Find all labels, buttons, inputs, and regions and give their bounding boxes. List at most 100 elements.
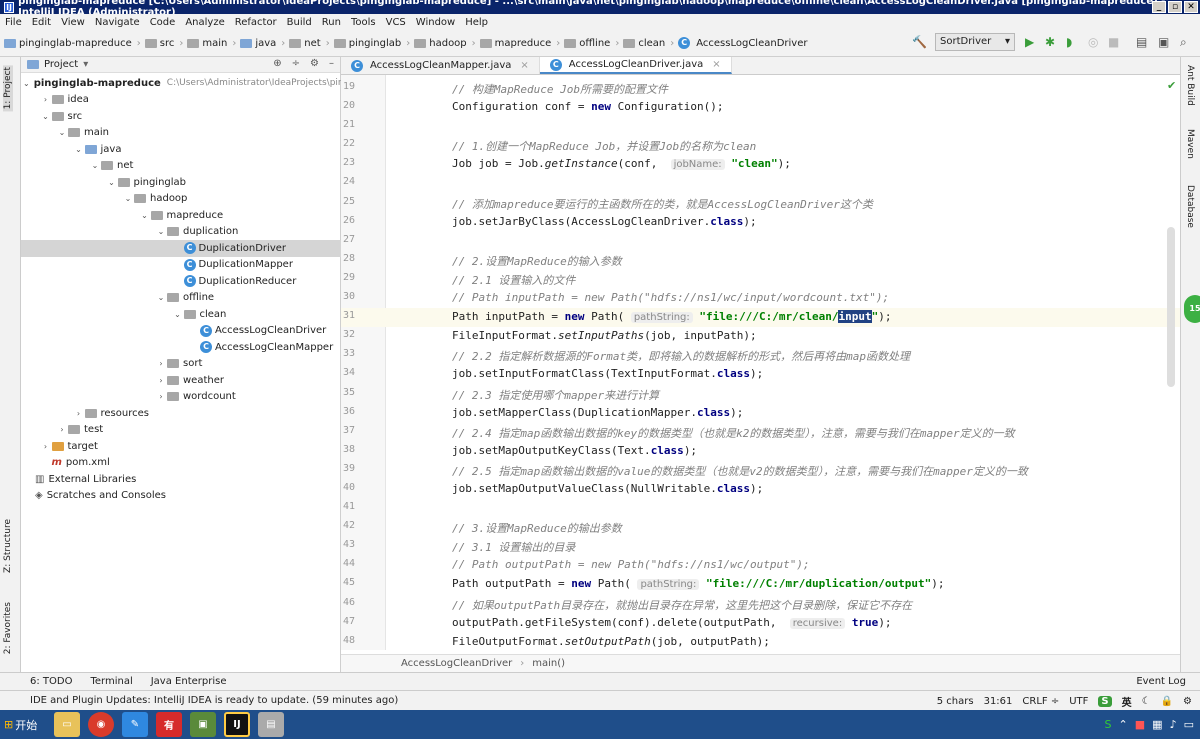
tree-item[interactable]: ⌄ mapreduce <box>21 207 341 224</box>
chevron-down-icon[interactable]: ⌄ <box>122 194 134 203</box>
notepad-icon[interactable]: ▤ <box>258 712 284 737</box>
code-line[interactable]: 29 // 2.1 设置输入的文件 <box>341 270 1180 289</box>
chevron-right-icon[interactable]: › <box>155 359 167 368</box>
tree-item[interactable]: ⌄ offline <box>21 290 341 307</box>
menu-run[interactable]: Run <box>317 17 346 28</box>
ant-build-tool-tab[interactable]: Ant Build <box>1185 65 1195 106</box>
tree-item[interactable]: ⌄ src <box>21 108 341 125</box>
code-line[interactable]: 25 // 添加mapreduce要运行的主函数所在的类，就是AccessLogC… <box>341 194 1180 213</box>
project-structure-icon[interactable]: ▤ <box>1136 34 1147 50</box>
code-line[interactable]: 34 job.setInputFormatClass(TextInputForma… <box>341 365 1180 384</box>
chevron-down-icon[interactable]: ⌄ <box>40 112 52 121</box>
tree-item[interactable]: C AccessLogCleanDriver <box>21 323 341 340</box>
tree-item[interactable]: m pom.xml <box>21 455 341 472</box>
tree-item[interactable]: › test <box>21 422 341 439</box>
java-enterprise-tool-tab[interactable]: Java Enterprise <box>151 676 227 687</box>
ime-label[interactable]: 英 <box>1122 694 1132 709</box>
lock-icon[interactable]: 🔒 <box>1161 696 1173 707</box>
breadcrumb-item[interactable]: hadoop <box>414 38 467 49</box>
status-message[interactable]: IDE and Plugin Updates: IntelliJ IDEA is… <box>30 695 398 706</box>
code-area[interactable]: 19 // 构建MapReduce Job所需要的配置文件 20 Configurat… <box>341 79 1180 652</box>
breadcrumb-item[interactable]: main <box>187 38 227 49</box>
favorites-tool-tab[interactable]: 2: Favorites <box>3 602 13 654</box>
code-line[interactable]: 42 // 3.设置MapReduce的输出参数 <box>341 518 1180 537</box>
menu-view[interactable]: View <box>56 17 90 28</box>
code-line[interactable]: 47 outputPath.getFileSystem(conf).delete(… <box>341 614 1180 633</box>
gear-icon[interactable]: ⚙ <box>310 58 319 69</box>
menu-analyze[interactable]: Analyze <box>180 17 229 28</box>
menu-build[interactable]: Build <box>282 17 317 28</box>
menu-vcs[interactable]: VCS <box>381 17 411 28</box>
breadcrumb-method[interactable]: main() <box>532 658 565 669</box>
chevron-down-icon[interactable]: ⌄ <box>155 293 167 302</box>
code-line[interactable]: 30 // Path inputPath = new Path("hdfs://n… <box>341 289 1180 308</box>
chrome-icon[interactable]: ◉ <box>88 712 114 737</box>
code-line[interactable]: 33 // 2.2 指定解析数据源的Format类，即将输入的数据解析的形式，然后… <box>341 346 1180 365</box>
code-line[interactable]: 43 // 3.1 设置输出的目录 <box>341 537 1180 556</box>
chevron-down-icon[interactable]: ⌄ <box>139 211 151 220</box>
database-tool-tab[interactable]: Database <box>1185 185 1195 228</box>
tree-item[interactable]: ⌄ hadoop <box>21 191 341 208</box>
event-log-tool-tab[interactable]: Event Log <box>1136 676 1186 687</box>
chevron-right-icon[interactable]: › <box>155 376 167 385</box>
code-line[interactable]: 27 <box>341 232 1180 251</box>
volume-icon[interactable]: ♪ <box>1170 718 1177 731</box>
gear-icon[interactable]: ⚙ <box>1183 696 1192 707</box>
tree-item[interactable]: C DuplicationReducer <box>21 273 341 290</box>
search-everywhere-icon[interactable]: ⌕ <box>1180 34 1187 50</box>
line-separator[interactable]: CRLF ÷ <box>1022 696 1059 707</box>
code-line[interactable]: 26 job.setJarByClass(AccessLogCleanDriver… <box>341 213 1180 232</box>
note-icon[interactable]: ✎ <box>122 712 148 737</box>
code-line[interactable]: 38 job.setMapOutputKeyClass(Text.class); <box>341 442 1180 461</box>
menu-tools[interactable]: Tools <box>346 17 381 28</box>
code-line[interactable]: 46 // 如果outputPath目录存在，就抛出目录存在异常，这里先把这个目录… <box>341 595 1180 614</box>
tree-item[interactable]: › idea <box>21 92 341 109</box>
chevron-down-icon[interactable]: ⌄ <box>73 145 85 154</box>
chevron-down-icon[interactable]: ⌄ <box>155 227 167 236</box>
tree-item[interactable]: ⌄ pinginglab <box>21 174 341 191</box>
code-line[interactable]: 32 FileInputFormat.setInputPaths(job, inp… <box>341 327 1180 346</box>
app-icon[interactable]: ▣ <box>190 712 216 737</box>
menu-help[interactable]: Help <box>460 17 493 28</box>
caret-position[interactable]: 31:61 <box>984 696 1013 707</box>
file-explorer-icon[interactable]: ▭ <box>54 712 80 737</box>
moon-icon[interactable]: ☾ <box>1142 696 1151 707</box>
app-tray-icon[interactable]: ■ <box>1135 718 1145 731</box>
code-line[interactable]: 44 // Path outputPath = new Path("hdfs://… <box>341 556 1180 575</box>
chevron-up-icon[interactable]: ⌃ <box>1119 718 1128 731</box>
tree-item[interactable]: ⌄ clean <box>21 306 341 323</box>
menu-code[interactable]: Code <box>145 17 181 28</box>
code-line[interactable]: 23 Job job = Job.getInstance(conf, jobNam… <box>341 155 1180 174</box>
breadcrumb-item[interactable]: C AccessLogCleanDriver <box>678 37 807 49</box>
menu-file[interactable]: File <box>0 17 27 28</box>
debug-icon[interactable]: ✱ <box>1045 34 1055 50</box>
code-line[interactable]: 28 // 2.设置MapReduce的输入参数 <box>341 251 1180 270</box>
menu-window[interactable]: Window <box>411 17 460 28</box>
tree-item[interactable]: ⌄ main <box>21 125 341 142</box>
sdk-icon[interactable]: ▣ <box>1158 34 1169 50</box>
collapse-icon[interactable]: ÷ <box>292 58 300 69</box>
inspection-ok-icon[interactable]: ✔ <box>1167 79 1176 92</box>
hide-icon[interactable]: – <box>329 58 334 69</box>
code-line[interactable]: 22 // 1.创建一个MapReduce Job，并设置Job的名称为clean <box>341 136 1180 155</box>
sogou-tray-icon[interactable]: S <box>1105 718 1112 731</box>
chevron-right-icon[interactable]: › <box>40 95 52 104</box>
close-button[interactable]: ✕ <box>1184 1 1198 13</box>
structure-tool-tab[interactable]: Z: Structure <box>3 519 13 573</box>
tab-file[interactable]: C AccessLogCleanMapper.java × <box>341 57 540 74</box>
code-line[interactable]: 48 FileOutputFormat.setOutputPath(job, ou… <box>341 633 1180 652</box>
code-line[interactable]: 40 job.setMapOutputValueClass(NullWritabl… <box>341 480 1180 499</box>
project-panel-title[interactable]: Project <box>44 59 78 70</box>
tree-item[interactable]: › target <box>21 438 341 455</box>
breadcrumb-item[interactable]: mapreduce <box>479 38 551 49</box>
tree-root[interactable]: ⌄ pinginglab-mapreduce C:\Users\Administra… <box>21 75 377 92</box>
tree-item[interactable]: ◈ Scratches and Consoles <box>21 488 341 505</box>
restore-button[interactable]: ▫ <box>1168 1 1182 13</box>
stop-icon[interactable]: ■ <box>1108 34 1119 50</box>
terminal-tool-tab[interactable]: Terminal <box>90 676 132 687</box>
tree-item[interactable]: C AccessLogCleanMapper <box>21 339 341 356</box>
tree-item[interactable]: › resources <box>21 405 341 422</box>
chevron-down-icon[interactable]: ⌄ <box>172 310 184 319</box>
notification-badge[interactable]: 15 <box>1184 295 1200 323</box>
run-configuration-select[interactable]: SortDriver ▾ <box>935 33 1015 51</box>
